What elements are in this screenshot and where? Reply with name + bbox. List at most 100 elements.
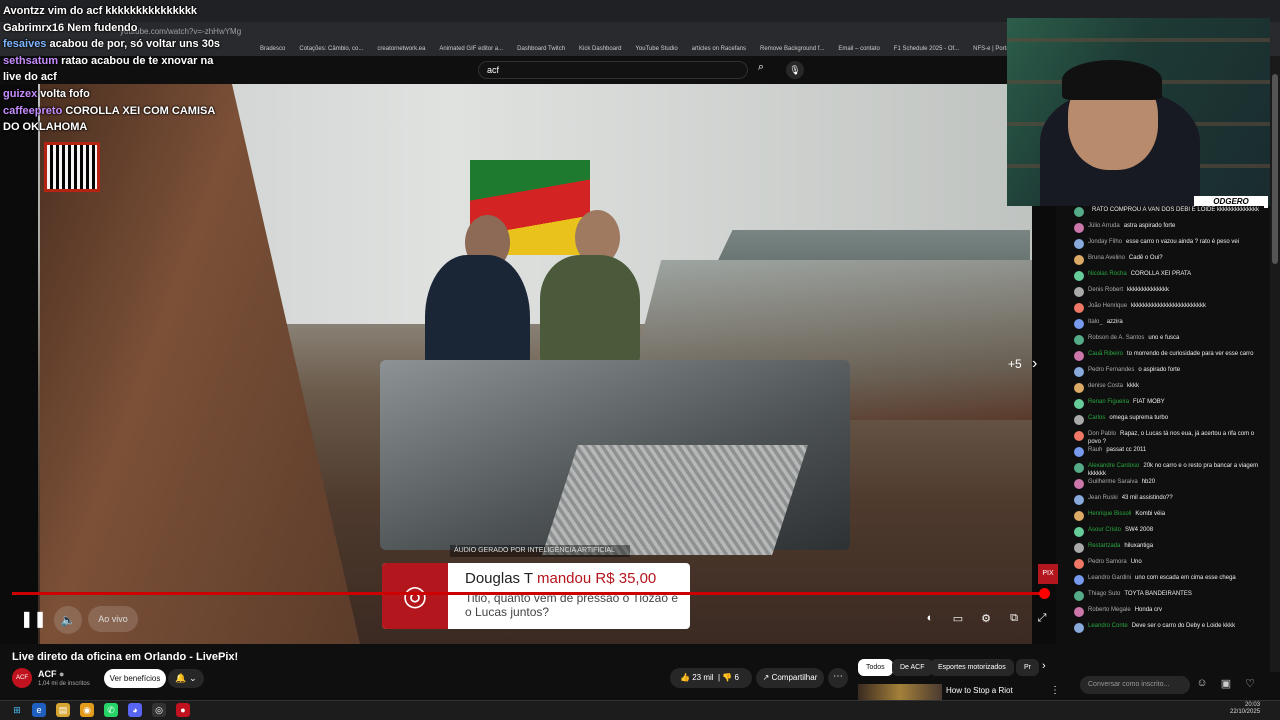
chevron-right-icon[interactable]: › <box>1042 660 1046 672</box>
search-input[interactable]: acf <box>478 61 748 79</box>
microphone-icon[interactable]: 🎙 <box>786 61 804 79</box>
chat-message[interactable]: Bruna Avelino Cadê o Oui? <box>1074 254 1264 270</box>
chat-message[interactable]: Leandro Gardini uno com escada em cima es… <box>1074 574 1264 590</box>
chat-avatar[interactable] <box>1074 351 1084 361</box>
chat-message[interactable]: Pedro Fernandes o aspirado forte <box>1074 366 1264 382</box>
chat-message[interactable]: João Henrique kkkkkkkkkkkkkkkkkkkkkkkkk <box>1074 302 1264 318</box>
chat-author[interactable]: João Henrique <box>1088 303 1127 309</box>
chat-author[interactable]: Júlio Arruda <box>1088 223 1120 229</box>
chat-avatar[interactable] <box>1074 223 1084 233</box>
chat-avatar[interactable] <box>1074 495 1084 505</box>
benefits-button[interactable]: Ver benefícios <box>104 669 166 688</box>
chat-message[interactable]: Denis Robert kkkkkkkkkkkkkk <box>1074 286 1264 302</box>
chat-message[interactable]: Jean Ruski 43 mil assistindo?? <box>1074 494 1264 510</box>
chip-esportes-motorizados[interactable]: Esportes motorizados <box>930 659 1014 676</box>
chat-author[interactable]: Denis Robert <box>1088 287 1123 293</box>
live-indicator[interactable]: Ao vivo <box>88 606 138 632</box>
windows-start-icon[interactable]: ⊞ <box>10 703 24 717</box>
chat-avatar[interactable] <box>1074 463 1084 473</box>
chat-author[interactable]: Guilherme Saraiva <box>1088 479 1138 485</box>
subtitles-icon[interactable]: ▭ <box>950 612 966 628</box>
bookmark-item[interactable]: Bradesco <box>260 46 285 52</box>
chat-avatar[interactable] <box>1074 287 1084 297</box>
discord-icon[interactable]: ◕ <box>128 703 142 717</box>
more-actions-icon[interactable]: ⋯ <box>828 668 848 688</box>
bookmark-item[interactable]: Email – contato <box>838 46 879 52</box>
bookmark-item[interactable]: Remove Background f... <box>760 46 824 52</box>
chat-message[interactable]: Pedro Samora Uno <box>1074 558 1264 574</box>
chat-author[interactable]: Thiago Suto <box>1088 591 1120 597</box>
fullscreen-icon[interactable]: ⤢ <box>1034 612 1050 628</box>
chat-author[interactable]: Roberto Megale <box>1088 607 1131 613</box>
chat-author[interactable]: Jean Ruski <box>1088 495 1118 501</box>
heart-icon[interactable]: ♡ <box>1242 677 1258 693</box>
chat-author[interactable]: Nicolas Rocha <box>1088 271 1127 277</box>
bookmark-item[interactable]: F1 Schedule 2025 - Of... <box>894 46 959 52</box>
chat-avatar[interactable] <box>1074 607 1084 617</box>
chip-partial[interactable]: Pr <box>1016 659 1039 676</box>
chat-author[interactable]: Alexandre Cardoso <box>1088 463 1139 469</box>
chat-author[interactable]: Bruna Avelino <box>1088 255 1125 261</box>
chat-message[interactable]: Cauã Ribeiro to morrendo de curiosidade p… <box>1074 350 1264 366</box>
thumbs-up-icon[interactable]: 👍 <box>680 673 690 682</box>
chat-avatar[interactable] <box>1074 255 1084 265</box>
file-explorer-icon[interactable]: ▤ <box>56 703 70 717</box>
chat-avatar[interactable] <box>1074 575 1084 585</box>
chat-author[interactable]: Leandro Conte <box>1088 623 1128 629</box>
chat-avatar[interactable] <box>1074 559 1084 569</box>
chat-author[interactable]: Italo_ <box>1088 319 1103 325</box>
chat-message[interactable]: Alexandre Cardoso 20k no carro e o resto … <box>1074 462 1264 478</box>
chat-author[interactable]: Rauh <box>1088 447 1102 453</box>
chat-avatar[interactable] <box>1074 479 1084 489</box>
chat-author[interactable]: Carlos <box>1088 415 1105 421</box>
autoplay-toggle-icon[interactable]: ◐ <box>922 612 938 628</box>
chat-message[interactable]: Nicolas Rocha COROLLA XEI PRATA <box>1074 270 1264 286</box>
chat-author[interactable]: Renan Figueira <box>1088 399 1129 405</box>
chat-avatar[interactable] <box>1074 543 1084 553</box>
chat-author[interactable]: Robson de A. Santos <box>1088 335 1144 341</box>
chat-input[interactable]: Conversar como inscrito... <box>1080 676 1190 694</box>
obs-icon[interactable]: ◎ <box>152 703 166 717</box>
scrollbar-thumb[interactable] <box>1272 74 1278 264</box>
chat-avatar[interactable] <box>1074 383 1084 393</box>
chat-avatar[interactable] <box>1074 511 1084 521</box>
progress-scrubber[interactable] <box>1039 588 1050 599</box>
recommendation-title[interactable]: How to Stop a Riot <box>946 686 1013 695</box>
chat-avatar[interactable] <box>1074 591 1084 601</box>
chat-avatar[interactable] <box>1074 399 1084 409</box>
pause-icon[interactable]: ❚❚ <box>20 609 47 629</box>
like-dislike-button[interactable]: 👍 23 mil | 👎 6 <box>670 668 752 688</box>
share-button[interactable]: ↗ Compartilhar <box>756 668 824 688</box>
chat-message[interactable]: Guilherme Saraiva hb20 <box>1074 478 1264 494</box>
bookmark-item[interactable]: Kick Dashboard <box>579 46 621 52</box>
chat-author[interactable]: denise Costa <box>1088 383 1123 389</box>
chat-author[interactable]: Henrique Bissoli <box>1088 511 1131 517</box>
chat-message[interactable]: denise Costa kkkk <box>1074 382 1264 398</box>
chat-avatar[interactable] <box>1074 623 1084 633</box>
channel-name-text[interactable]: ACF <box>38 669 57 679</box>
chat-avatar[interactable] <box>1074 447 1084 457</box>
chat-avatar[interactable] <box>1074 367 1084 377</box>
chip-all[interactable]: Todos <box>858 659 893 676</box>
chat-message[interactable]: Robson de A. Santos uno e fusca <box>1074 334 1264 350</box>
search-icon[interactable]: ⌕ <box>752 61 770 79</box>
chat-message[interactable]: Roberto Megale Honda crv <box>1074 606 1264 622</box>
chat-message[interactable]: Leandro Conte Deve ser o carro do Deby e … <box>1074 622 1264 638</box>
chat-message[interactable]: Renan Figueira FIAT MOBY <box>1074 398 1264 414</box>
chat-avatar[interactable] <box>1074 415 1084 425</box>
chat-avatar[interactable] <box>1074 431 1084 441</box>
settings-icon[interactable]: ⚙ <box>978 612 994 628</box>
chat-message[interactable]: Rauh passat cc 2011 <box>1074 446 1264 462</box>
chat-message[interactable]: Thiago Suto TOYTA BANDEIRANTES <box>1074 590 1264 606</box>
bookmark-item[interactable]: Cotações: Câmbio, co... <box>299 46 363 52</box>
chat-avatar[interactable] <box>1074 335 1084 345</box>
edge-browser-icon[interactable]: e <box>32 703 46 717</box>
chat-message[interactable]: Carlos omega suprema turbo <box>1074 414 1264 430</box>
emoji-icon[interactable]: ☺ <box>1194 677 1210 693</box>
chat-message[interactable]: Restartzada hiluxantiga <box>1074 542 1264 558</box>
bookmark-item[interactable]: Dashboard Twitch <box>517 46 565 52</box>
chip-de-acf[interactable]: De ACF <box>892 659 933 676</box>
channel-avatar[interactable]: ACF <box>12 668 32 688</box>
chat-avatar[interactable] <box>1074 303 1084 313</box>
progress-bar[interactable] <box>12 592 1044 595</box>
